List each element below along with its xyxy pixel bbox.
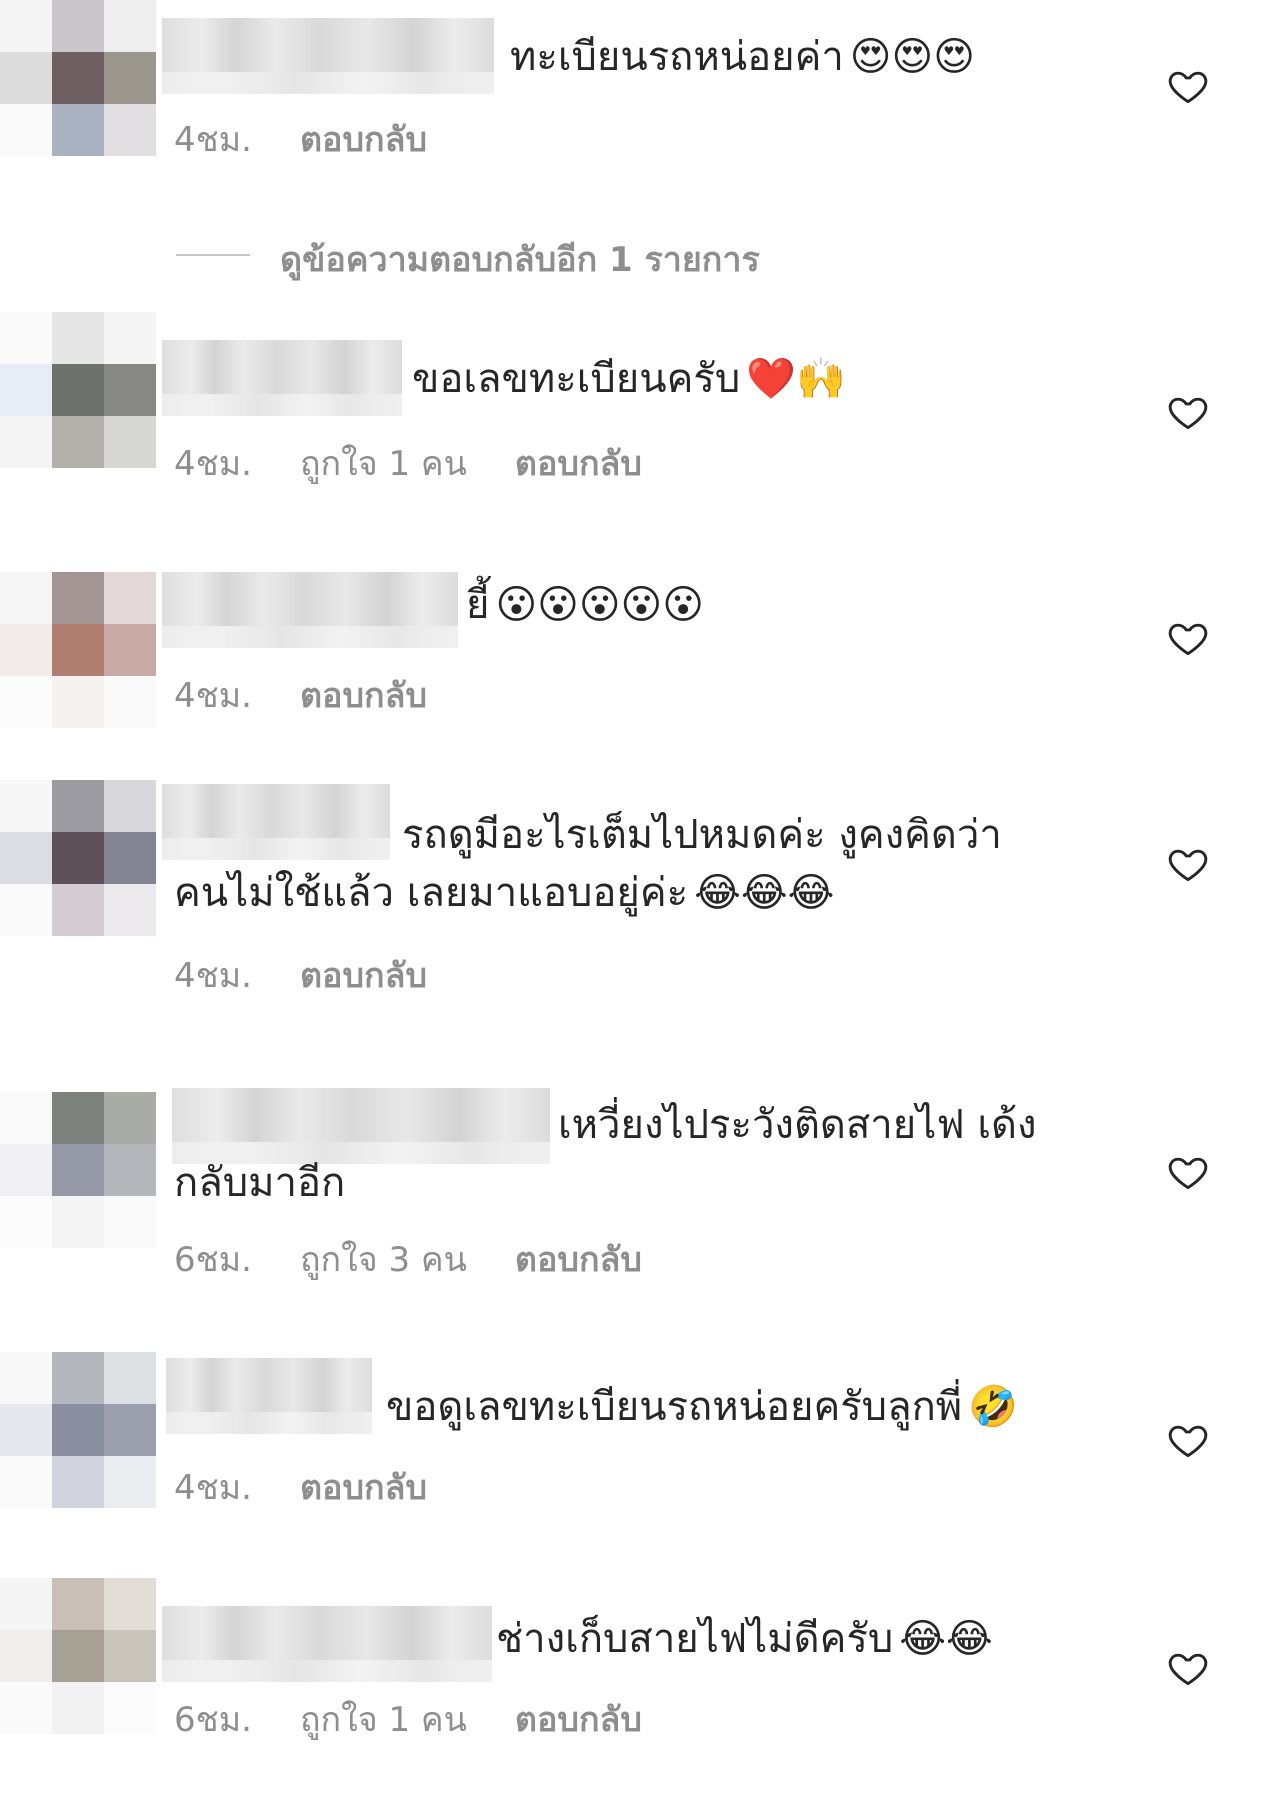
reply-button[interactable]: ตอบกลับ — [300, 112, 427, 166]
like-count[interactable]: ถูกใจ 1 คน — [300, 1692, 467, 1746]
username-redacted[interactable] — [172, 1088, 550, 1164]
avatar[interactable] — [0, 572, 156, 728]
avatar[interactable] — [0, 312, 156, 468]
comment-meta: 4ชม. ถูกใจ 1 คน ตอบกลับ — [174, 436, 690, 490]
comment-text: ยี้ 😮😮😮😮😮 — [466, 582, 704, 628]
comment-meta: 4ชม. ตอบกลับ — [174, 112, 475, 166]
comment-meta: 4ชม. ตอบกลับ — [174, 1460, 475, 1514]
like-heart-icon[interactable] — [1166, 390, 1210, 434]
comment-meta: 4ชม. ตอบกลับ — [174, 948, 475, 1002]
like-heart-icon[interactable] — [1166, 616, 1210, 660]
like-heart-icon[interactable] — [1166, 64, 1210, 108]
username-redacted[interactable] — [162, 18, 494, 94]
view-more-replies-label[interactable]: ดูข้อความตอบกลับอีก 1 รายการ — [280, 232, 760, 286]
comment-item: ทะเบียนรถหน่อยค่า 😍😍😍 4ชม. ตอบกลับ — [0, 0, 1280, 170]
emoji: 😂😂😂 — [694, 870, 835, 916]
avatar[interactable] — [0, 0, 156, 156]
comment-meta: 4ชม. ตอบกลับ — [174, 668, 475, 722]
reply-button[interactable]: ตอบกลับ — [300, 948, 427, 1002]
comment-text-line-2: คนไม่ใช้แล้ว เลยมาแอบอยู่ค่ะ 😂😂😂 — [174, 870, 835, 916]
comments-list: ทะเบียนรถหน่อยค่า 😍😍😍 4ชม. ตอบกลับ ดูข้อคว… — [0, 0, 1280, 1801]
comment-text: ขอเลขทะเบียนครับ ❤️🙌 — [412, 356, 846, 402]
comment-meta: 6ชม. ถูกใจ 1 คน ตอบกลับ — [174, 1692, 690, 1746]
comment-item: ยี้ 😮😮😮😮😮 4ชม. ตอบกลับ — [0, 572, 1280, 732]
comment-item: ขอเลขทะเบียนครับ ❤️🙌 4ชม. ถูกใจ 1 คน ตอบกลั… — [0, 312, 1280, 484]
username-redacted[interactable] — [162, 784, 390, 860]
comment-text: รถดูมีอะไรเต็มไปหมดค่ะ งูคงคิดว่า — [402, 812, 1002, 858]
comment-meta: 6ชม. ถูกใจ 3 คน ตอบกลับ — [174, 1232, 690, 1286]
avatar[interactable] — [0, 780, 156, 936]
comment-item: รถดูมีอะไรเต็มไปหมดค่ะ งูคงคิดว่า คนไม่ใ… — [0, 780, 1280, 1000]
comment-text: ทะเบียนรถหน่อยค่า 😍😍😍 — [510, 34, 975, 80]
emoji: 🤣 — [968, 1384, 1018, 1430]
reply-button[interactable]: ตอบกลับ — [515, 1692, 642, 1746]
comment-time: 6ชม. — [174, 1240, 252, 1280]
comment-time: 4ชม. — [174, 1468, 252, 1508]
avatar[interactable] — [0, 1578, 156, 1734]
comment-time: 4ชม. — [174, 444, 252, 484]
comment-time: 4ชม. — [174, 120, 252, 160]
like-count[interactable]: ถูกใจ 3 คน — [300, 1232, 467, 1286]
like-heart-icon[interactable] — [1166, 842, 1210, 886]
comment-text-line-2: กลับมาอีก — [174, 1160, 346, 1206]
reply-button[interactable]: ตอบกลับ — [515, 436, 642, 490]
comment-text: ขอดูเลขทะเบียนรถหน่อยครับลูกพี่ 🤣 — [386, 1384, 1018, 1430]
username-redacted[interactable] — [162, 572, 458, 648]
reply-button[interactable]: ตอบกลับ — [300, 668, 427, 722]
comment-item: ขอดูเลขทะเบียนรถหน่อยครับลูกพี่ 🤣 4ชม. ตอบ… — [0, 1352, 1280, 1512]
comment-time: 4ชม. — [174, 676, 252, 716]
username-redacted[interactable] — [166, 1358, 372, 1434]
username-redacted[interactable] — [162, 340, 402, 416]
reply-button[interactable]: ตอบกลับ — [515, 1232, 642, 1286]
emoji: 😂😂 — [899, 1616, 993, 1662]
emoji: 😮😮😮😮😮 — [495, 582, 704, 628]
comment-time: 6ชม. — [174, 1700, 252, 1740]
like-heart-icon[interactable] — [1166, 1150, 1210, 1194]
comment-item: ช่างเก็บสายไฟไม่ดีครับ 😂😂 6ชม. ถูกใจ 1 คน ต… — [0, 1560, 1280, 1760]
comment-item: เหวี่ยงไประวังติดสายไฟ เด้ง กลับมาอีก 6ช… — [0, 1042, 1280, 1280]
avatar[interactable] — [0, 1092, 156, 1248]
emoji: 😍😍😍 — [849, 34, 975, 80]
reply-button[interactable]: ตอบกลับ — [300, 1460, 427, 1514]
username-redacted[interactable] — [162, 1606, 492, 1682]
emoji: ❤️🙌 — [746, 356, 846, 402]
comment-text: ช่างเก็บสายไฟไม่ดีครับ 😂😂 — [496, 1616, 993, 1662]
divider-line — [176, 254, 250, 256]
like-heart-icon[interactable] — [1166, 1418, 1210, 1462]
comment-text: เหวี่ยงไประวังติดสายไฟ เด้ง — [558, 1102, 1037, 1148]
like-heart-icon[interactable] — [1166, 1646, 1210, 1690]
avatar[interactable] — [0, 1352, 156, 1508]
like-count[interactable]: ถูกใจ 1 คน — [300, 436, 467, 490]
comment-time: 4ชม. — [174, 956, 252, 996]
